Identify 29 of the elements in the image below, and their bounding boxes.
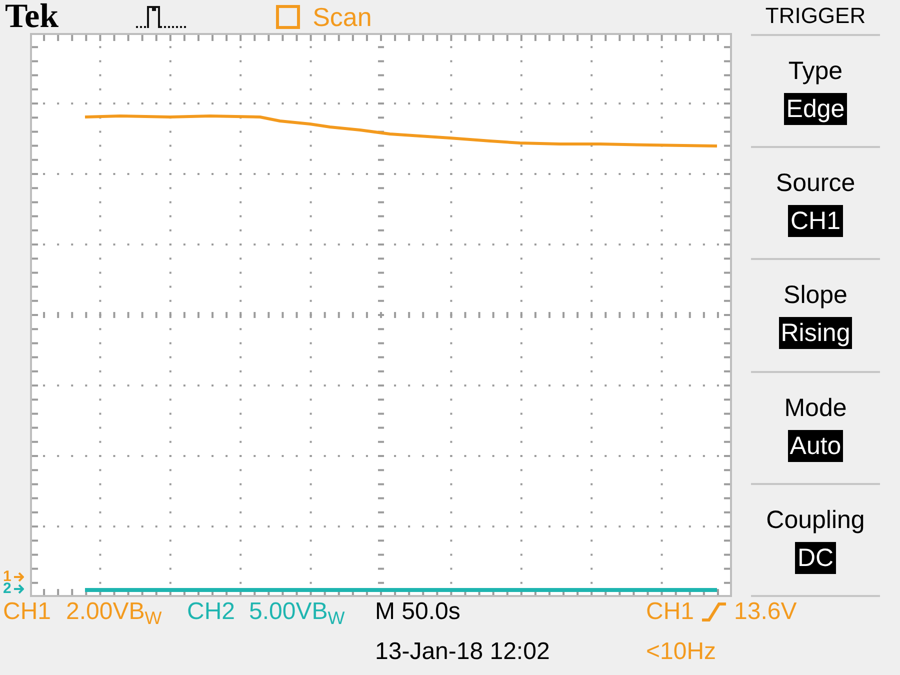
menu-label: Source — [776, 169, 856, 198]
trigger-frequency: <10Hz — [646, 638, 716, 666]
pulse-icon — [136, 4, 186, 29]
channel-marker: 1 — [3, 571, 12, 583]
menu-value: CH1 — [788, 205, 842, 238]
arrow-icon — [14, 584, 24, 594]
timebase-readout: M 50.0s — [375, 598, 460, 626]
channel-label: CH2 — [187, 598, 236, 626]
menu-value: Edge — [784, 93, 847, 125]
trigger-source: CH1 — [646, 598, 694, 626]
date-time: 13-Jan-18 12:02 — [375, 638, 550, 666]
menu-value: DC — [795, 542, 836, 574]
channel-scale: 5.00VB$_{W}$ — [249, 598, 345, 626]
rising-edge-icon — [702, 602, 726, 622]
menu-title: TRIGGER — [765, 4, 866, 28]
arrow-icon — [14, 572, 24, 582]
acquisition-status: Scan — [312, 2, 372, 32]
menu-value: Auto — [788, 430, 844, 462]
brand-logo: Tek — [5, 0, 59, 33]
channel-scale: 2.00VB$_{W}$ — [66, 598, 162, 626]
menu-label: Type — [788, 57, 843, 85]
channel-marker: 2 — [3, 583, 12, 595]
menu-value: Rising — [778, 317, 852, 350]
menu-label: Coupling — [766, 506, 865, 534]
menu-label: Mode — [784, 394, 847, 422]
trigger-level: 13.6V — [734, 598, 797, 626]
square-icon — [276, 4, 300, 28]
menu-label: Slope — [784, 281, 848, 310]
channel-label: CH1 — [3, 598, 52, 626]
